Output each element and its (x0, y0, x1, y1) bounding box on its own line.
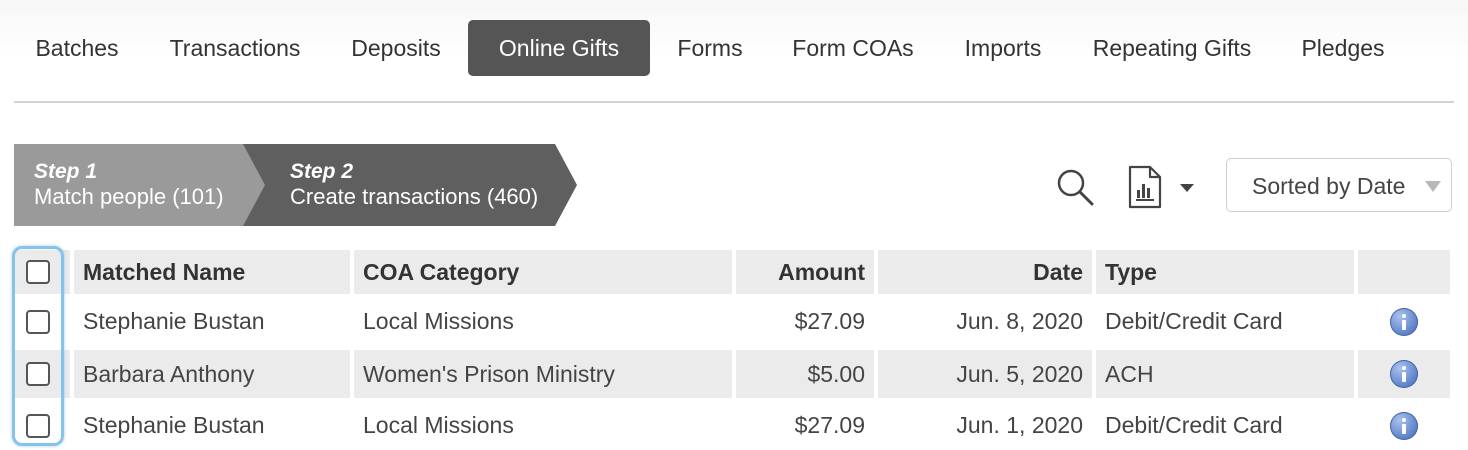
type-cell: ACH (1096, 350, 1354, 398)
column-header-actions (1358, 250, 1450, 294)
tab-repeating-gifts[interactable]: Repeating Gifts (1074, 20, 1270, 76)
tab-online-gifts[interactable]: Online Gifts (468, 20, 650, 76)
coa-category-cell: Women's Prison Ministry (354, 350, 732, 398)
step-1-subtitle: Match people (101) (34, 184, 224, 209)
info-icon[interactable] (1390, 308, 1418, 336)
tab-transactions[interactable]: Transactions (152, 20, 318, 76)
tab-imports[interactable]: Imports (948, 20, 1058, 76)
type-cell: Debit/Credit Card (1105, 412, 1283, 438)
step-2-create-transactions[interactable]: Step 2 Create transactions (460) (243, 144, 579, 226)
checkbox-column-focus-ring (12, 246, 64, 446)
matched-name-cell: Barbara Anthony (74, 350, 350, 398)
tab-pledges[interactable]: Pledges (1286, 20, 1400, 76)
tab-batches[interactable]: Batches (18, 20, 136, 76)
step-1-title: Step 1 (34, 160, 98, 183)
step-2-title: Step 2 (290, 160, 354, 183)
step-1-match-people[interactable]: Step 1 Match people (101) (14, 144, 266, 226)
date-cell: Jun. 8, 2020 (956, 308, 1083, 334)
amount-cell: $5.00 (736, 350, 874, 398)
info-icon[interactable] (1390, 412, 1418, 440)
tab-form-coas[interactable]: Form COAs (774, 20, 932, 76)
amount-cell: $27.09 (794, 412, 865, 438)
matched-name-cell: Stephanie Bustan (83, 308, 265, 334)
top-nav: Batches Transactions Deposits Online Gif… (0, 0, 1468, 100)
type-cell: Debit/Credit Card (1105, 308, 1283, 334)
column-header-coa-category[interactable]: COA Category (354, 250, 732, 294)
date-cell: Jun. 1, 2020 (956, 412, 1083, 438)
step-2-subtitle: Create transactions (460) (290, 184, 539, 209)
info-icon[interactable] (1390, 360, 1418, 388)
sort-select[interactable]: Sorted by Date (1226, 158, 1452, 212)
matched-name-cell: Stephanie Bustan (83, 412, 265, 438)
tab-forms[interactable]: Forms (662, 20, 758, 76)
coa-category-cell: Local Missions (363, 308, 514, 334)
column-header-amount[interactable]: Amount (736, 250, 874, 294)
column-header-date[interactable]: Date (878, 250, 1092, 294)
nav-divider (14, 101, 1454, 103)
search-icon[interactable] (1054, 166, 1096, 208)
tab-deposits[interactable]: Deposits (334, 20, 458, 76)
chevron-down-icon (1180, 184, 1194, 192)
column-header-type[interactable]: Type (1096, 250, 1354, 294)
report-menu-button[interactable] (1124, 164, 1200, 210)
report-icon (1128, 165, 1194, 209)
caret-down-icon (1425, 181, 1441, 192)
sort-select-value: Sorted by Date (1252, 173, 1406, 199)
amount-cell: $27.09 (794, 308, 865, 334)
coa-category-cell: Local Missions (363, 412, 514, 438)
column-header-matched-name[interactable]: Matched Name (74, 250, 350, 294)
date-cell: Jun. 5, 2020 (878, 350, 1092, 398)
